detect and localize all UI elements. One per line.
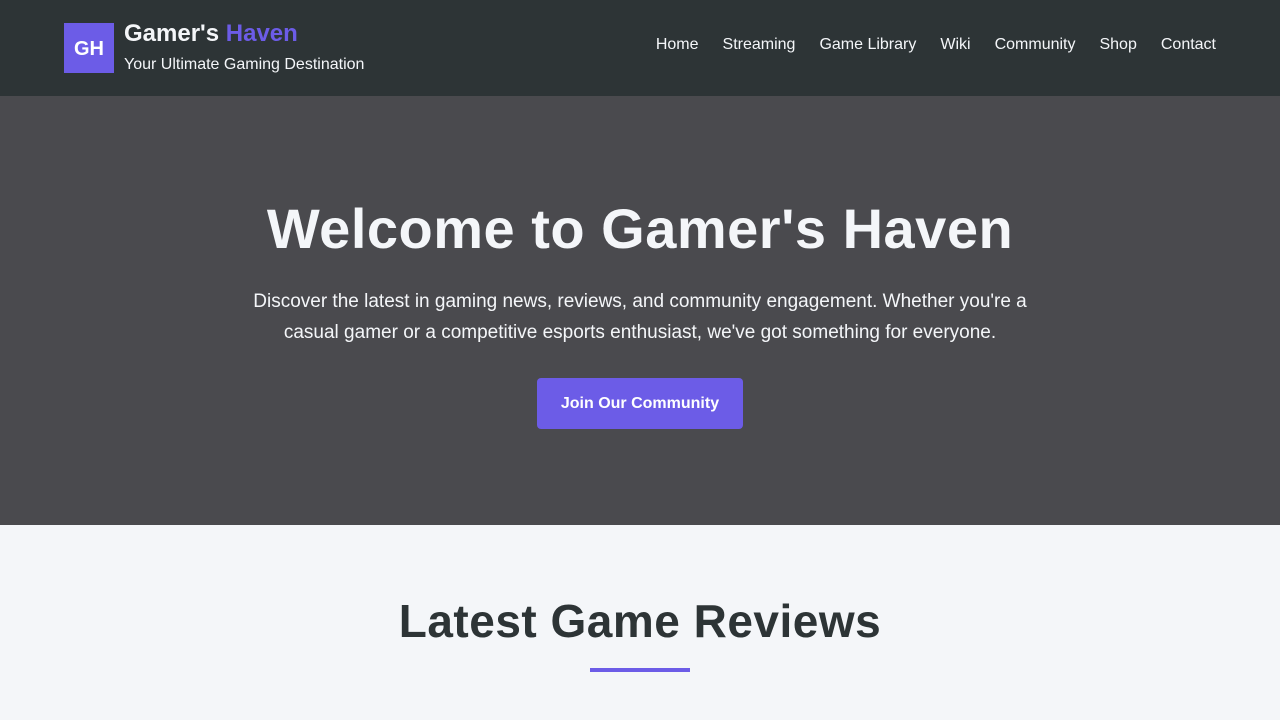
section-title-underline bbox=[590, 668, 690, 672]
nav-home[interactable]: Home bbox=[644, 36, 711, 54]
logo-text: GH bbox=[74, 37, 104, 60]
hero-title: Welcome to Gamer's Haven bbox=[266, 197, 1014, 260]
reviews-section-title: Latest Game Reviews bbox=[398, 595, 882, 647]
nav-contact[interactable]: Contact bbox=[1149, 36, 1228, 54]
nav-shop[interactable]: Shop bbox=[1087, 36, 1148, 54]
brand-name-primary: Gamer's bbox=[124, 20, 220, 47]
brand-name-accent: Haven bbox=[225, 20, 298, 47]
nav-game-library[interactable]: Game Library bbox=[807, 36, 928, 54]
join-community-button[interactable]: Join Our Community bbox=[537, 378, 743, 429]
main-nav: Home Streaming Game Library Wiki Communi… bbox=[644, 36, 1228, 54]
brand-tagline: Your Ultimate Gaming Destination bbox=[124, 56, 365, 73]
nav-streaming[interactable]: Streaming bbox=[711, 36, 808, 54]
brand-name[interactable]: Gamer's Haven bbox=[124, 20, 298, 48]
nav-community[interactable]: Community bbox=[983, 36, 1088, 54]
hero-section: Welcome to Gamer's Haven Discover the la… bbox=[0, 96, 1280, 525]
logo[interactable]: GH bbox=[64, 23, 114, 73]
hero-description: Discover the latest in gaming news, revi… bbox=[253, 291, 1027, 343]
site-header: GH Gamer's Haven Your Ultimate Gaming De… bbox=[0, 0, 1280, 96]
nav-wiki[interactable]: Wiki bbox=[928, 36, 982, 54]
